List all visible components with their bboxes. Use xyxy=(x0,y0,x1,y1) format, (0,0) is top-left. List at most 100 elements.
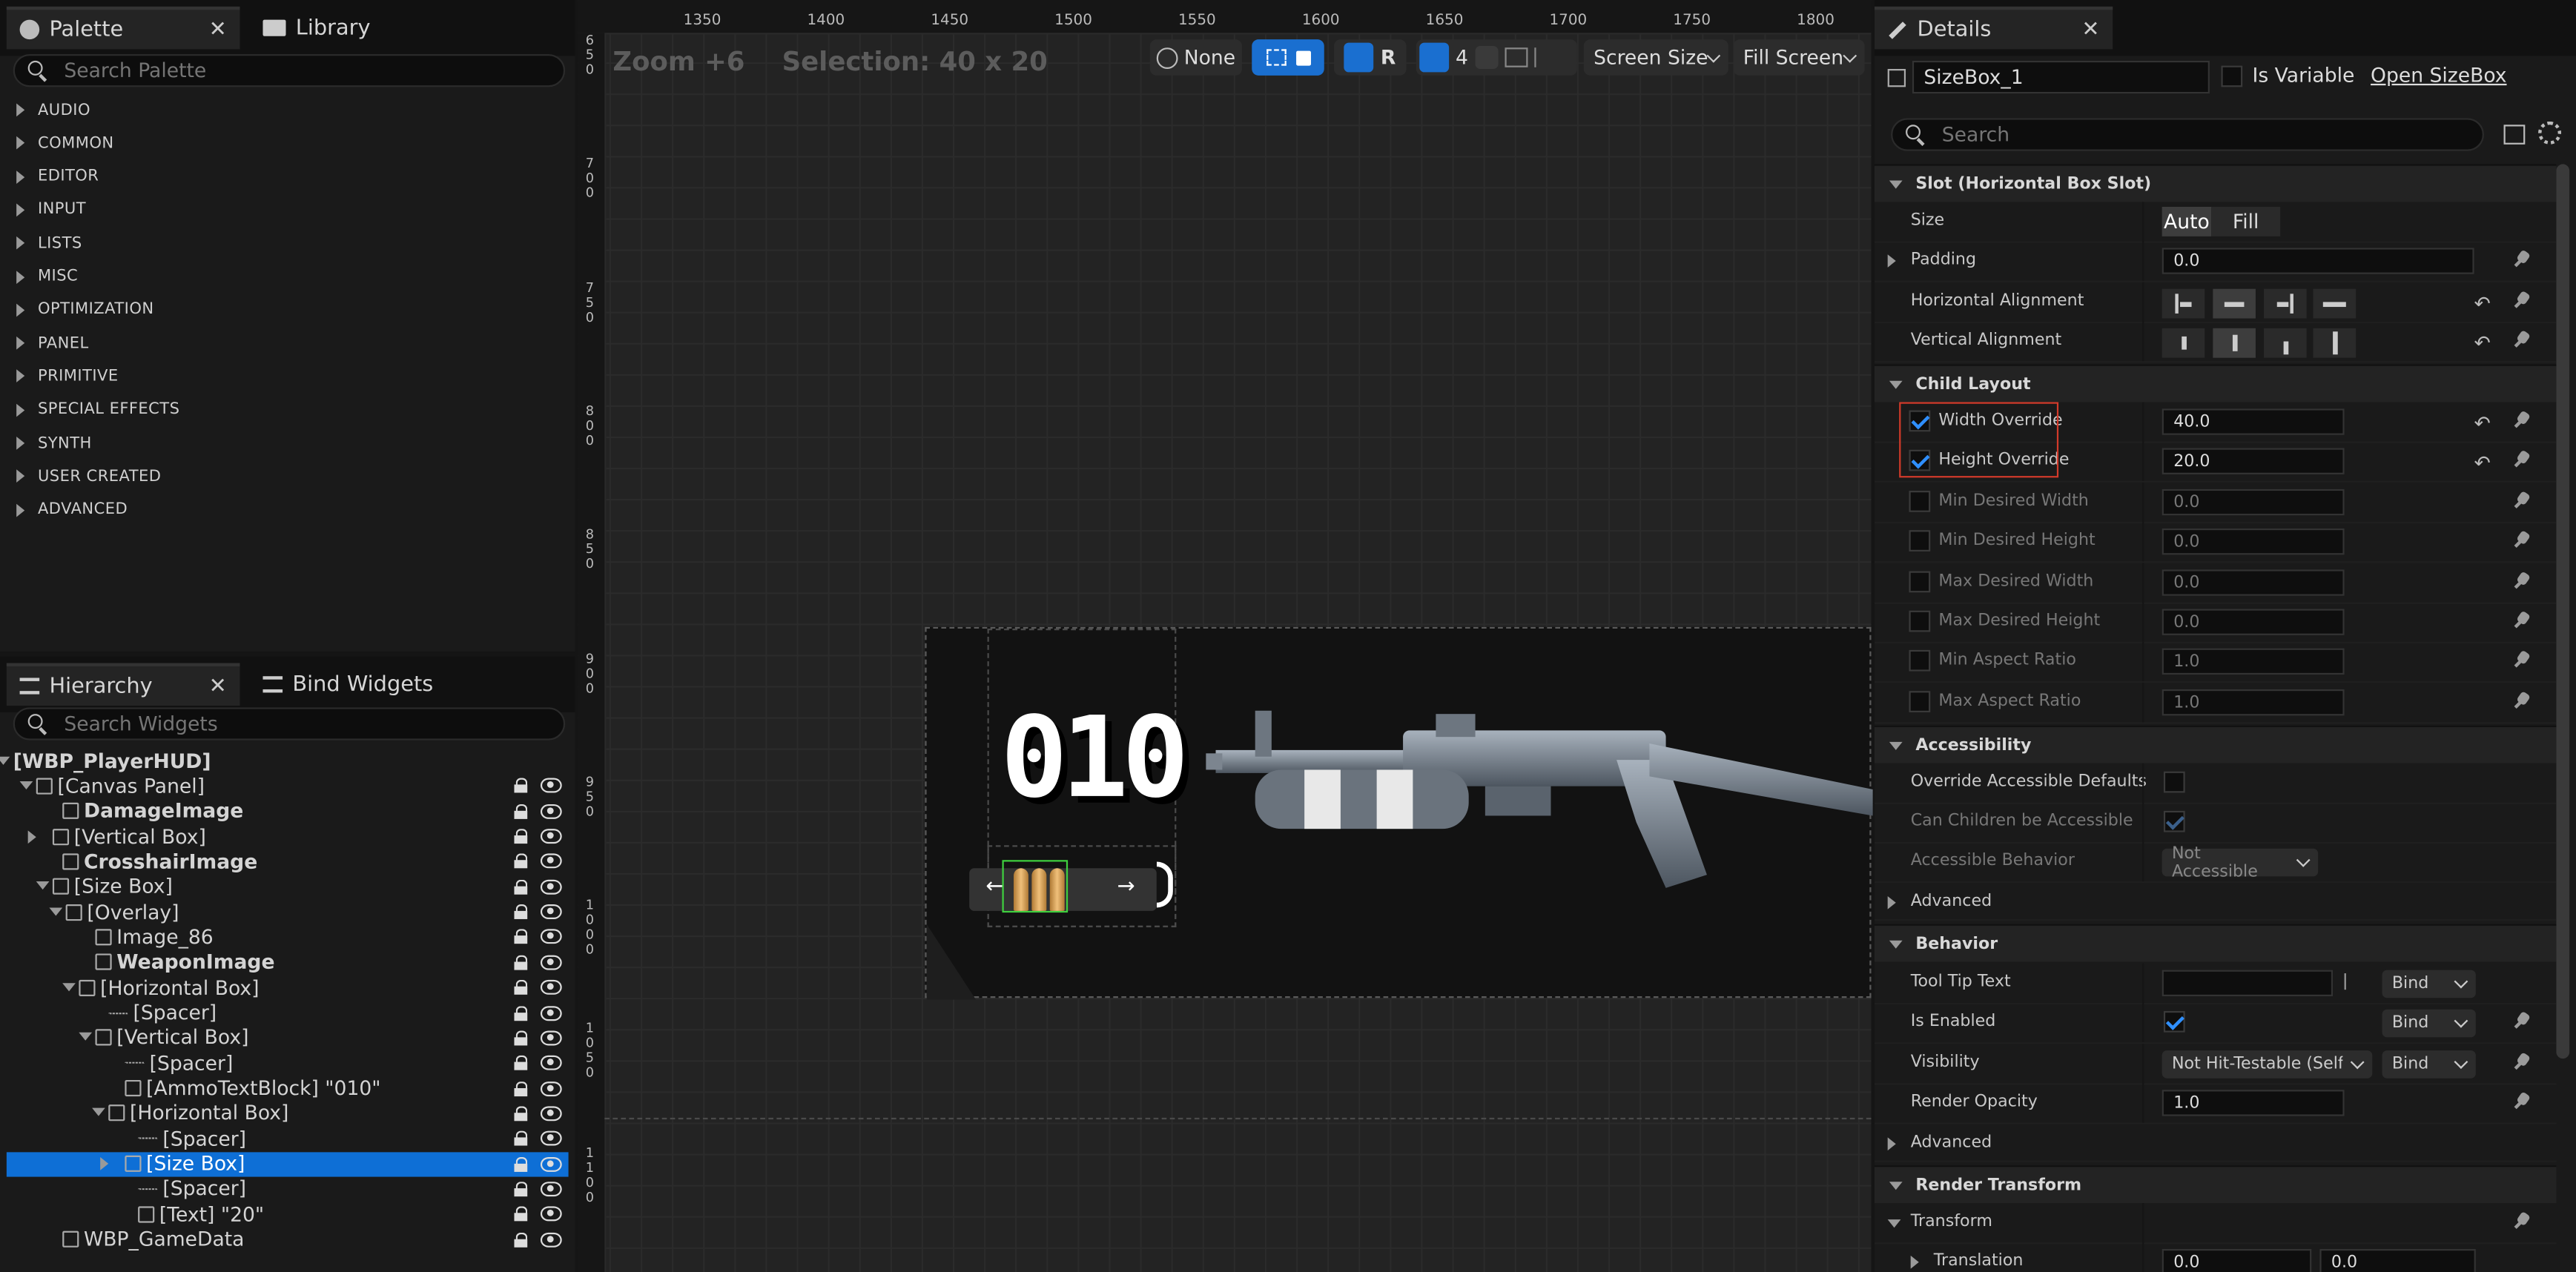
lock-icon[interactable] xyxy=(514,955,529,970)
close-icon[interactable]: ✕ xyxy=(209,674,227,698)
collapse-icon[interactable] xyxy=(62,982,76,991)
align-bottom-button[interactable] xyxy=(2264,328,2307,358)
lock-icon[interactable] xyxy=(514,1030,529,1046)
safe-zone-toggle[interactable] xyxy=(1252,39,1324,76)
eye-icon[interactable] xyxy=(540,1182,562,1197)
lock-icon[interactable] xyxy=(514,854,529,869)
lock-icon[interactable] xyxy=(514,778,529,794)
align-left-button[interactable] xyxy=(2161,288,2205,319)
section-slot[interactable]: Slot (Horizontal Box Slot) xyxy=(1874,164,2557,202)
palette-category[interactable]: AUDIO xyxy=(16,93,90,126)
tooltip-field[interactable] xyxy=(2161,970,2334,997)
expand-icon[interactable] xyxy=(27,829,36,844)
hierarchy-row[interactable]: [Overlay] xyxy=(7,900,569,924)
eye-icon[interactable] xyxy=(540,1106,562,1122)
prop-advanced-2[interactable]: Advanced xyxy=(1874,1124,2557,1162)
palette-search[interactable] xyxy=(13,54,566,87)
align-fill-v-button[interactable] xyxy=(2313,328,2357,358)
translation-y-field[interactable]: 0.0 xyxy=(2319,1249,2476,1272)
collapse-icon[interactable] xyxy=(19,781,33,789)
width-override-field[interactable]: 40.0 xyxy=(2161,408,2345,435)
eye-icon[interactable] xyxy=(540,1207,562,1222)
align-center-h-button[interactable] xyxy=(2213,288,2256,319)
min-ar-checkbox[interactable] xyxy=(1909,650,1931,672)
eye-icon[interactable] xyxy=(540,879,562,895)
pin-icon[interactable] xyxy=(2514,292,2530,308)
hierarchy-search-input[interactable] xyxy=(60,710,534,738)
expand-icon[interactable] xyxy=(1910,1255,1919,1269)
eye-icon[interactable] xyxy=(540,804,562,819)
selected-size-box[interactable] xyxy=(1002,860,1069,913)
eye-icon[interactable] xyxy=(540,904,562,920)
max-h-field[interactable]: 0.0 xyxy=(2161,609,2345,635)
align-right-button[interactable] xyxy=(2264,288,2307,319)
lock-icon[interactable] xyxy=(514,879,529,895)
lock-icon[interactable] xyxy=(514,930,529,945)
section-accessibility[interactable]: Accessibility xyxy=(1874,725,2557,763)
lock-icon[interactable] xyxy=(514,804,529,819)
palette-category[interactable]: SPECIAL EFFECTS xyxy=(16,394,179,426)
align-fill-h-button[interactable] xyxy=(2313,288,2357,319)
children-accessible-checkbox[interactable] xyxy=(2163,810,2185,832)
lock-icon[interactable] xyxy=(514,1005,529,1021)
tab-palette[interactable]: Palette ✕ xyxy=(6,6,240,50)
arrow-right-button[interactable]: → xyxy=(1117,875,1135,899)
palette-category[interactable]: COMMON xyxy=(16,127,113,159)
details-search-input[interactable] xyxy=(1938,121,2447,148)
size-fill-button[interactable]: Fill xyxy=(2211,206,2281,236)
pin-icon[interactable] xyxy=(2514,652,2530,669)
accessible-behavior-dropdown[interactable]: Not Accessible xyxy=(2161,844,2319,881)
hierarchy-row[interactable]: CrosshairImage xyxy=(7,849,569,874)
lock-icon[interactable] xyxy=(514,829,529,844)
eye-icon[interactable] xyxy=(540,930,562,945)
widget-name-field[interactable]: SizeBox_1 xyxy=(1912,60,2210,94)
size-auto-button[interactable]: Auto xyxy=(2161,206,2212,236)
collapse-icon[interactable] xyxy=(92,1108,105,1117)
eye-icon[interactable] xyxy=(540,1232,562,1247)
translation-x-field[interactable]: 0.0 xyxy=(2161,1249,2312,1272)
visibility-bind-dropdown[interactable]: Bind xyxy=(2382,1050,2476,1079)
localize-button[interactable]: None xyxy=(1149,39,1242,76)
palette-category[interactable]: EDITOR xyxy=(16,160,99,193)
min-h-checkbox[interactable] xyxy=(1909,530,1931,552)
arrow-left-button[interactable]: ← xyxy=(985,875,1003,899)
section-child-layout[interactable]: Child Layout xyxy=(1874,364,2557,403)
gear-icon[interactable] xyxy=(2538,121,2562,145)
palette-category[interactable]: OPTIMIZATION xyxy=(16,294,153,326)
eye-icon[interactable] xyxy=(540,1056,562,1071)
max-h-checkbox[interactable] xyxy=(1909,610,1931,632)
collapse-icon[interactable] xyxy=(0,755,10,764)
eye-icon[interactable] xyxy=(540,1005,562,1021)
hierarchy-row[interactable]: [Text] "20" xyxy=(7,1202,569,1226)
palette-category[interactable]: LISTS xyxy=(16,227,82,259)
lock-icon[interactable] xyxy=(514,1207,529,1222)
tab-hierarchy[interactable]: Hierarchy ✕ xyxy=(6,663,240,706)
palette-search-input[interactable] xyxy=(60,57,534,84)
pin-icon[interactable] xyxy=(2514,412,2530,428)
lock-icon[interactable] xyxy=(514,980,529,996)
hierarchy-row[interactable]: WBP_GameData xyxy=(7,1227,569,1251)
pin-icon[interactable] xyxy=(2514,1054,2530,1070)
tab-details[interactable]: Details ✕ xyxy=(1874,6,2113,50)
hierarchy-row[interactable]: WeaponImage xyxy=(7,950,569,975)
palette-category[interactable]: MISC xyxy=(16,260,78,293)
table-view-icon[interactable] xyxy=(2503,125,2526,145)
palette-category[interactable]: USER CREATED xyxy=(16,460,161,493)
visibility-dropdown[interactable]: Not Hit-Testable (Self O xyxy=(2161,1050,2373,1079)
hierarchy-row[interactable]: [Spacer] xyxy=(7,1050,569,1075)
lock-icon[interactable] xyxy=(514,1182,529,1197)
max-ar-field[interactable]: 1.0 xyxy=(2161,689,2345,715)
reset-icon[interactable]: ↶ xyxy=(2474,331,2490,354)
hierarchy-row[interactable]: DamageImage xyxy=(7,799,569,824)
lock-icon[interactable] xyxy=(514,1106,529,1122)
section-behavior[interactable]: Behavior xyxy=(1874,924,2557,962)
eye-icon[interactable] xyxy=(540,854,562,869)
pin-icon[interactable] xyxy=(2514,331,2530,348)
pin-icon[interactable] xyxy=(2514,452,2530,468)
lock-icon[interactable] xyxy=(514,1131,529,1147)
screen-size-dropdown[interactable]: Screen Size xyxy=(1583,39,1728,76)
hierarchy-search[interactable] xyxy=(13,707,566,741)
lock-icon[interactable] xyxy=(514,1081,529,1096)
align-center-v-button[interactable] xyxy=(2213,328,2256,358)
hierarchy-row[interactable]: Image_86 xyxy=(7,925,569,950)
